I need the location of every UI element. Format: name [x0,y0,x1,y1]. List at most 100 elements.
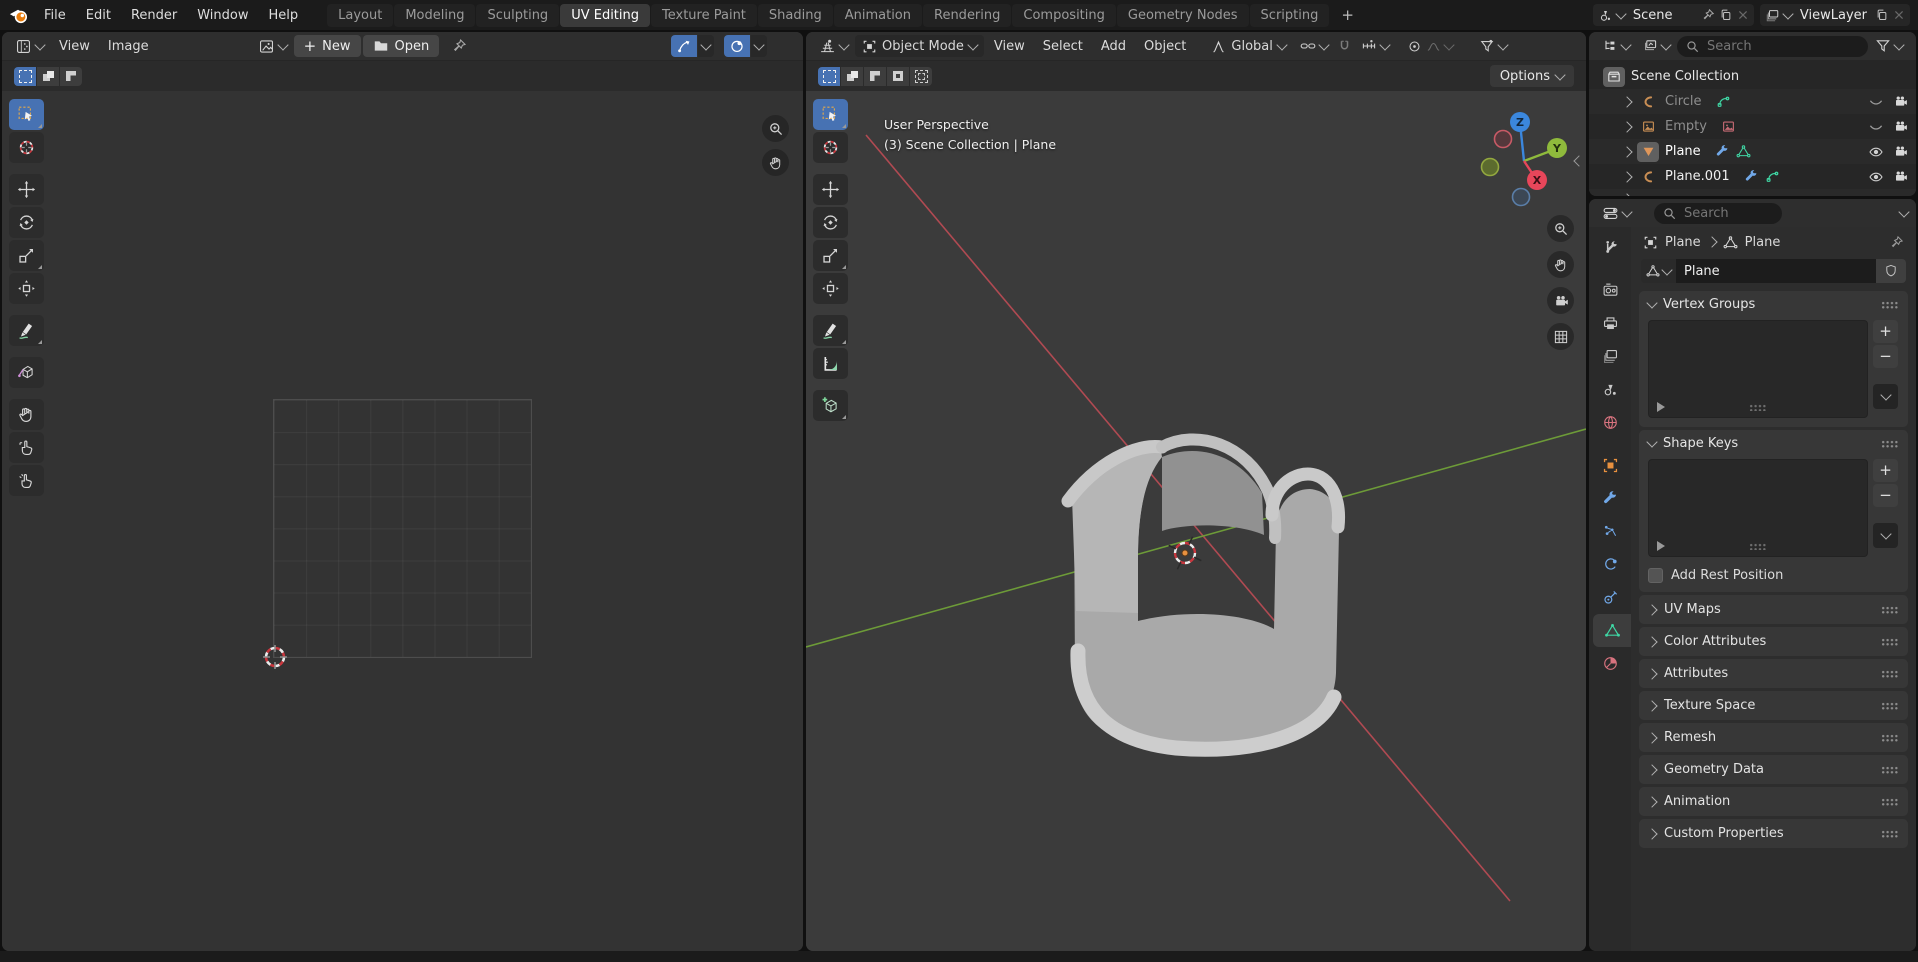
hide-eye-closed-icon[interactable] [1868,94,1884,110]
transform-tool-button[interactable] [9,273,44,304]
attributes-panel[interactable]: Attributes [1639,659,1908,688]
menu-render[interactable]: Render [122,0,186,30]
proportional-editing-toggle[interactable] [1402,35,1458,57]
tab-physics[interactable] [1589,548,1631,581]
tab-scripting[interactable]: Scripting [1250,4,1330,27]
snap-toggle[interactable] [1335,35,1354,57]
hide-eye-open-icon[interactable] [1868,144,1884,160]
add-shape-key-button[interactable]: + [1873,459,1898,482]
panel-grip-icon[interactable] [1881,702,1899,710]
uv-maps-panel[interactable]: UV Maps [1639,595,1908,624]
editor-type-selector[interactable] [10,35,49,57]
hide-eye-open-icon[interactable] [1868,169,1884,185]
tab-animation[interactable]: Animation [834,4,922,27]
vertex-group-specials-menu[interactable] [1873,384,1898,409]
tab-render[interactable] [1589,274,1631,307]
panel-grip-icon[interactable] [1881,734,1899,742]
custom-properties-panel[interactable]: Custom Properties [1639,819,1908,848]
scene-selector[interactable]: Scene [1593,4,1754,26]
tab-tool[interactable] [1589,231,1631,264]
list-resize-grip[interactable] [1749,404,1767,411]
breadcrumb-object-name[interactable]: Plane [1665,235,1701,250]
uv-canvas[interactable] [2,91,803,951]
render-camera-icon[interactable] [1893,144,1908,159]
menu-file[interactable]: File [35,0,75,30]
tab-object-data[interactable] [1593,614,1631,647]
render-camera-icon[interactable] [1893,119,1908,134]
viewlayer-selector[interactable]: ViewLayer [1760,4,1910,26]
outliner-row-plane[interactable]: Plane [1589,139,1916,164]
rip-region-tool-button[interactable] [9,357,44,388]
tab-scene[interactable] [1589,373,1631,406]
tab-texture-paint[interactable]: Texture Paint [651,4,757,27]
zoom-icon[interactable] [762,115,789,142]
add-cube-tool-button[interactable] [813,390,848,421]
rotate-tool-button[interactable] [813,207,848,238]
tab-modeling[interactable]: Modeling [394,4,475,27]
proportional-editing-toggle[interactable] [724,35,750,57]
select-box-tool-button[interactable] [813,99,848,130]
menu-help[interactable]: Help [260,0,308,30]
viewport-canvas[interactable]: User Perspective (3) Scene Collection | … [806,91,1586,951]
scale-tool-button[interactable] [813,240,848,271]
select-mode-new[interactable] [818,67,840,86]
pan-hand-icon[interactable] [1547,251,1574,278]
panel-grip-icon[interactable] [1881,670,1899,678]
list-expander-icon[interactable] [1657,402,1665,412]
blender-logo-icon[interactable] [8,5,29,26]
pan-hand-icon[interactable] [762,149,789,176]
remove-vertex-group-button[interactable]: − [1873,345,1898,368]
tab-layout[interactable]: Layout [327,4,393,27]
curve-data-icon[interactable] [1716,94,1731,109]
vertex-groups-panel-header[interactable]: Vertex Groups [1639,291,1908,318]
shape-keys-list[interactable] [1648,459,1868,557]
menu-window[interactable]: Window [188,0,257,30]
panel-grip-icon[interactable] [1881,440,1899,448]
tab-view-layer[interactable] [1589,340,1631,373]
navigation-gizmo[interactable]: Z Y X [1476,105,1576,215]
editor-type-selector[interactable] [814,35,853,57]
vp-menu-view[interactable]: View [986,39,1033,54]
outliner-row-circle[interactable]: Circle [1589,89,1916,114]
pinch-tool-button[interactable] [9,465,44,496]
remesh-panel[interactable]: Remesh [1639,723,1908,752]
tab-particles[interactable] [1589,515,1631,548]
image-data-icon[interactable] [1721,119,1736,134]
panel-grip-icon[interactable] [1881,798,1899,806]
panel-grip-icon[interactable] [1881,606,1899,614]
annotate-tool-button[interactable] [813,315,848,346]
shape-key-specials-menu[interactable] [1873,523,1898,548]
move-tool-button[interactable] [9,174,44,205]
add-workspace-button[interactable]: + [1330,4,1365,27]
filter-dropdown[interactable] [1870,35,1908,57]
outliner-row-empty[interactable]: Empty [1589,114,1916,139]
add-vertex-group-button[interactable]: + [1873,320,1898,343]
select-mode-subtract[interactable] [60,67,82,86]
fake-user-shield-button[interactable] [1876,259,1906,283]
remove-shape-key-button[interactable]: − [1873,484,1898,507]
copy-icon[interactable] [1875,8,1889,22]
tab-shading[interactable]: Shading [758,4,833,27]
tab-geometry-nodes[interactable]: Geometry Nodes [1117,4,1249,27]
editor-type-selector[interactable] [1597,202,1636,224]
tab-world[interactable] [1589,406,1631,439]
mesh-data-icon[interactable] [1736,144,1751,159]
tab-object[interactable] [1589,449,1631,482]
panel-grip-icon[interactable] [1881,766,1899,774]
panel-grip-icon[interactable] [1881,301,1899,309]
search-input[interactable] [1682,205,1773,222]
geometry-data-panel[interactable]: Geometry Data [1639,755,1908,784]
expand-chevron-icon[interactable] [1621,171,1632,182]
tab-compositing[interactable]: Compositing [1012,4,1116,27]
pin-icon[interactable] [1701,8,1715,22]
select-mode-intersect[interactable] [910,67,932,86]
tab-sculpting[interactable]: Sculpting [476,4,559,27]
tab-rendering[interactable]: Rendering [923,4,1011,27]
vp-menu-select[interactable]: Select [1035,39,1091,54]
select-mode-new[interactable] [14,67,36,86]
rotate-tool-button[interactable] [9,207,44,238]
render-camera-icon[interactable] [1893,169,1908,184]
expand-chevron-icon[interactable] [1621,96,1632,107]
search-input[interactable] [1705,38,1859,55]
cursor-tool-button[interactable] [813,132,848,163]
